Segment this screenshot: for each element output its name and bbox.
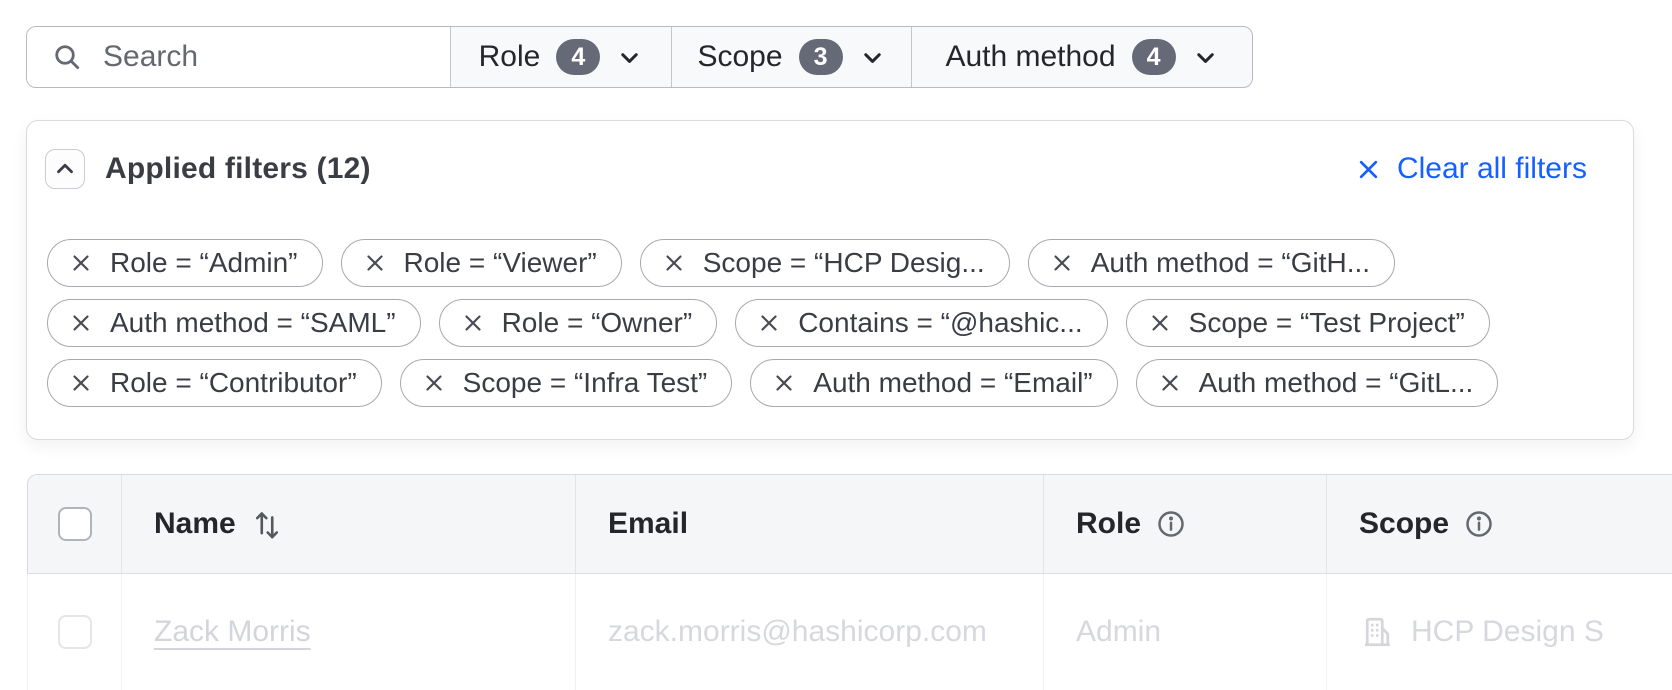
scope-cell: HCP Design S bbox=[1327, 574, 1672, 690]
filter-pill-auth-saml[interactable]: Auth method = “SAML” bbox=[47, 299, 421, 347]
filter-pill-label: Role = “Admin” bbox=[110, 247, 298, 279]
column-header-scope: Scope bbox=[1327, 475, 1672, 573]
filter-pill-role-admin[interactable]: Role = “Admin” bbox=[47, 239, 323, 287]
filter-pills: Role = “Admin” Role = “Viewer” Scope = “… bbox=[27, 239, 1633, 407]
filter-pill-row: Role = “Contributor” Scope = “Infra Test… bbox=[47, 359, 1613, 407]
collapse-filters-button[interactable] bbox=[45, 149, 85, 189]
chevron-down-icon bbox=[616, 44, 643, 71]
x-icon bbox=[69, 251, 93, 275]
filter-pill-scope-hcp-design[interactable]: Scope = “HCP Desig... bbox=[640, 239, 1010, 287]
column-header-email-label: Email bbox=[608, 507, 688, 541]
x-icon bbox=[363, 251, 387, 275]
filter-pill-label: Auth method = “GitL... bbox=[1199, 367, 1474, 399]
table-row: Zack Morris zack.morris@hashicorp.com Ad… bbox=[27, 574, 1672, 690]
scope-filter-label: Scope bbox=[697, 40, 782, 74]
column-header-name-label: Name bbox=[154, 507, 236, 541]
info-circle-icon[interactable] bbox=[1464, 509, 1494, 539]
filter-pill-row: Role = “Admin” Role = “Viewer” Scope = “… bbox=[47, 239, 1613, 287]
filter-pill-auth-email[interactable]: Auth method = “Email” bbox=[750, 359, 1117, 407]
building-icon bbox=[1359, 614, 1395, 650]
filter-pill-label: Contains = “@hashic... bbox=[798, 307, 1082, 339]
filter-pill-auth-github[interactable]: Auth method = “GitH... bbox=[1028, 239, 1395, 287]
filter-pill-label: Scope = “Test Project” bbox=[1189, 307, 1465, 339]
search-and-filter-bar: Role 4 Scope 3 Auth method 4 bbox=[26, 26, 1253, 88]
filter-pill-label: Auth method = “Email” bbox=[813, 367, 1092, 399]
filter-pill-contains-hashicorp[interactable]: Contains = “@hashic... bbox=[735, 299, 1107, 347]
filter-pill-role-viewer[interactable]: Role = “Viewer” bbox=[341, 239, 622, 287]
x-icon bbox=[69, 371, 93, 395]
column-header-name[interactable]: Name bbox=[122, 475, 576, 573]
member-scope: HCP Design S bbox=[1411, 615, 1604, 649]
search-input[interactable] bbox=[103, 40, 450, 74]
role-cell: Admin bbox=[1044, 574, 1327, 690]
x-icon bbox=[1148, 311, 1172, 335]
clear-all-filters-label: Clear all filters bbox=[1397, 152, 1587, 186]
chevron-down-icon bbox=[859, 44, 886, 71]
x-icon bbox=[757, 311, 781, 335]
scope-filter-count-badge: 3 bbox=[799, 39, 843, 75]
x-icon bbox=[69, 311, 93, 335]
chevron-up-icon bbox=[52, 156, 78, 182]
filter-pill-role-owner[interactable]: Role = “Owner” bbox=[439, 299, 718, 347]
name-cell: Zack Morris bbox=[122, 574, 576, 690]
filter-pill-scope-test-project[interactable]: Scope = “Test Project” bbox=[1126, 299, 1490, 347]
filter-pill-row: Auth method = “SAML” Role = “Owner” Cont… bbox=[47, 299, 1613, 347]
applied-filters-header: Applied filters (12) Clear all filters bbox=[27, 121, 1633, 189]
x-icon bbox=[662, 251, 686, 275]
auth-method-filter-label: Auth method bbox=[945, 40, 1115, 74]
auth-method-filter-count-badge: 4 bbox=[1132, 39, 1176, 75]
email-cell: zack.morris@hashicorp.com bbox=[576, 574, 1044, 690]
x-icon bbox=[461, 311, 485, 335]
column-header-role-label: Role bbox=[1076, 507, 1141, 541]
filter-pill-scope-infra-test[interactable]: Scope = “Infra Test” bbox=[400, 359, 733, 407]
clear-all-filters-button[interactable]: Clear all filters bbox=[1355, 152, 1587, 186]
filter-pill-label: Role = “Viewer” bbox=[404, 247, 597, 279]
table-header-row: Name Email Role Scope bbox=[27, 474, 1672, 574]
auth-method-filter-dropdown[interactable]: Auth method 4 bbox=[912, 27, 1252, 87]
filter-pill-label: Scope = “Infra Test” bbox=[463, 367, 708, 399]
filter-pill-label: Role = “Contributor” bbox=[110, 367, 357, 399]
row-select-cell bbox=[28, 574, 122, 690]
role-filter-label: Role bbox=[479, 40, 541, 74]
column-header-scope-label: Scope bbox=[1359, 507, 1449, 541]
x-icon bbox=[1050, 251, 1074, 275]
filter-pill-label: Role = “Owner” bbox=[502, 307, 693, 339]
search-field[interactable] bbox=[27, 27, 451, 87]
member-name-link[interactable]: Zack Morris bbox=[154, 615, 311, 649]
role-filter-count-badge: 4 bbox=[556, 39, 600, 75]
members-filter-page: { "toolbar": { "search": { "placeholder"… bbox=[0, 0, 1672, 690]
select-all-checkbox[interactable] bbox=[58, 507, 92, 541]
search-icon bbox=[51, 41, 83, 73]
x-icon bbox=[1158, 371, 1182, 395]
scope-filter-dropdown[interactable]: Scope 3 bbox=[672, 27, 912, 87]
filter-pill-label: Auth method = “SAML” bbox=[110, 307, 396, 339]
member-email: zack.morris@hashicorp.com bbox=[608, 615, 987, 649]
x-icon bbox=[1355, 156, 1382, 183]
filter-pill-auth-gitlab[interactable]: Auth method = “GitL... bbox=[1136, 359, 1499, 407]
select-all-cell bbox=[28, 475, 122, 573]
chevron-down-icon bbox=[1192, 44, 1219, 71]
info-circle-icon[interactable] bbox=[1156, 509, 1186, 539]
members-table: Name Email Role Scope Zack Morris bbox=[27, 474, 1672, 690]
applied-filters-panel: Applied filters (12) Clear all filters R… bbox=[26, 120, 1634, 440]
member-role: Admin bbox=[1076, 615, 1161, 649]
row-checkbox[interactable] bbox=[58, 615, 92, 649]
sort-arrows-icon[interactable] bbox=[251, 507, 283, 541]
x-icon bbox=[422, 371, 446, 395]
column-header-role: Role bbox=[1044, 475, 1327, 573]
filter-pill-role-contributor[interactable]: Role = “Contributor” bbox=[47, 359, 382, 407]
filter-pill-label: Auth method = “GitH... bbox=[1091, 247, 1370, 279]
applied-filters-title: Applied filters (12) bbox=[105, 152, 371, 186]
filter-pill-label: Scope = “HCP Desig... bbox=[703, 247, 985, 279]
column-header-email: Email bbox=[576, 475, 1044, 573]
role-filter-dropdown[interactable]: Role 4 bbox=[451, 27, 672, 87]
x-icon bbox=[772, 371, 796, 395]
